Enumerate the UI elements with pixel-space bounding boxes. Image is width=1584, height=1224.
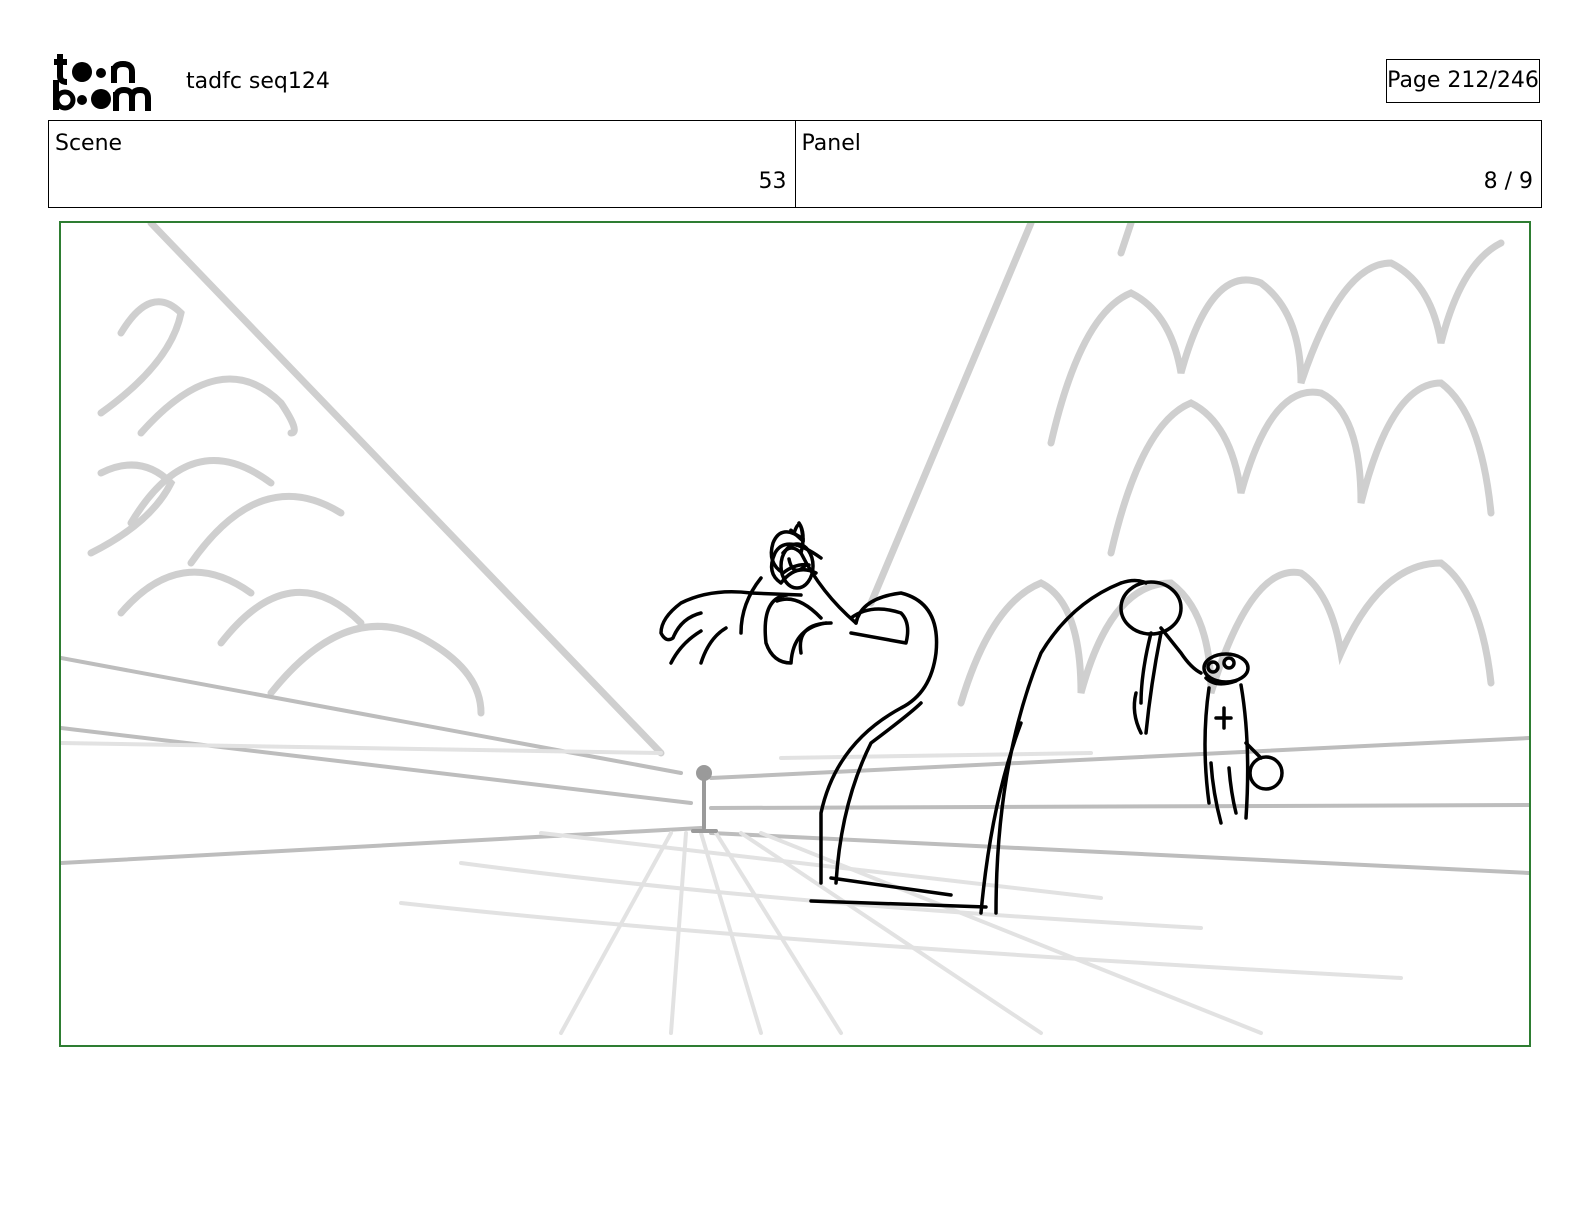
- panel-sketch: [61, 223, 1529, 1035]
- project-title: tadfc seq124: [186, 69, 330, 94]
- scene-label: Scene: [55, 131, 123, 156]
- background-sketch: [87, 223, 1505, 757]
- panel-label: Panel: [801, 131, 861, 156]
- perspective-lines: [61, 656, 1529, 875]
- scene-cell: Scene 53: [49, 121, 795, 207]
- storyboard-panel: [59, 221, 1531, 1047]
- toon-boom-logo: [53, 54, 151, 111]
- panel-cell: Panel 8 / 9: [794, 121, 1542, 207]
- scene-number: 53: [758, 169, 787, 194]
- scene-panel-info: Scene 53 Panel 8 / 9: [48, 120, 1542, 208]
- floor-grid: [61, 741, 1403, 1035]
- page-indicator: Page 212/246: [1386, 59, 1540, 103]
- panel-number: 8 / 9: [1483, 169, 1533, 194]
